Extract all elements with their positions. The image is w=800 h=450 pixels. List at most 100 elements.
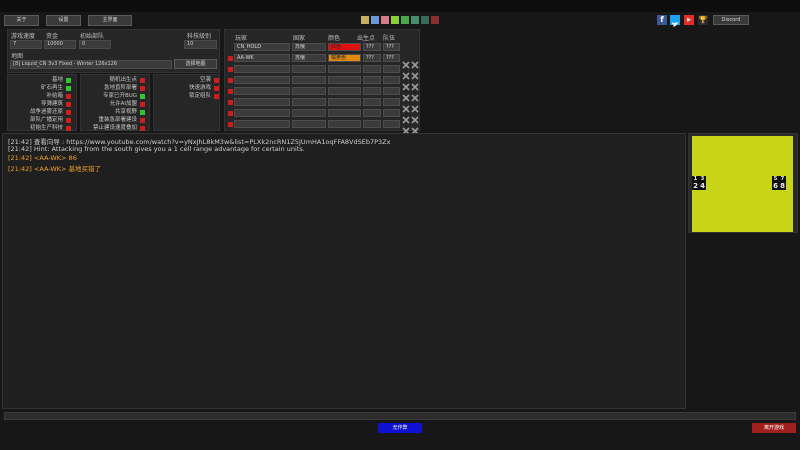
palette-swatch-6[interactable] (411, 16, 419, 24)
chat-input[interactable] (4, 412, 796, 420)
player-cell[interactable] (292, 87, 326, 95)
player-cell[interactable] (363, 87, 381, 95)
ban-icon[interactable] (411, 76, 419, 91)
spawn-8[interactable]: 8 (779, 182, 786, 190)
player-cell[interactable] (234, 109, 290, 117)
palette-swatch-2[interactable] (371, 16, 379, 24)
palette-swatch-5[interactable] (401, 16, 409, 24)
palette-swatch-8[interactable] (431, 16, 439, 24)
kick-icon[interactable] (402, 65, 410, 80)
remove-slot-button[interactable] (228, 67, 233, 72)
youtube-icon[interactable]: ▶ (684, 15, 694, 25)
player-cell[interactable] (383, 87, 400, 95)
player-cell[interactable] (292, 98, 326, 106)
remove-slot-button[interactable] (228, 56, 233, 61)
player-cell[interactable]: ??? (363, 43, 381, 51)
player-cell[interactable] (292, 76, 326, 84)
player-cell[interactable]: 苏俄 (292, 54, 326, 62)
spawn-4[interactable]: 4 (699, 182, 706, 190)
ban-icon[interactable] (411, 65, 419, 80)
change-map-button[interactable]: 选择地图 (174, 59, 217, 69)
palette-swatch-7[interactable] (421, 16, 429, 24)
remove-slot-button[interactable] (228, 111, 233, 116)
player-cell[interactable] (363, 98, 381, 106)
about-button[interactable]: 关于 (4, 15, 39, 26)
map-field[interactable]: [8] Liquid_CN 3v3 Fixed - Winter 126x126 (10, 60, 172, 69)
player-cell[interactable]: ??? (383, 43, 400, 51)
ban-icon[interactable] (411, 120, 419, 135)
player-cell[interactable] (328, 109, 361, 117)
kick-icon[interactable] (402, 87, 410, 102)
game-speed-field[interactable]: 7 (10, 40, 42, 49)
player-cell[interactable] (234, 87, 290, 95)
player-cell[interactable]: 苏俄 (292, 43, 326, 51)
player-cell[interactable]: 橘黄色 (328, 54, 361, 62)
player-cell[interactable] (234, 120, 290, 128)
player-cell[interactable] (383, 76, 400, 84)
funds-field[interactable]: 10000 (44, 40, 76, 49)
main-menu-button[interactable]: 主界面 (88, 15, 132, 26)
facebook-icon[interactable]: f (657, 15, 667, 25)
player-cell[interactable] (383, 65, 400, 73)
player-cell[interactable] (363, 76, 381, 84)
kick-icon[interactable] (402, 120, 410, 135)
player-cell[interactable] (328, 87, 361, 95)
spawn-6[interactable]: 6 (772, 182, 779, 190)
player-cell[interactable] (328, 76, 361, 84)
option-toggle[interactable] (214, 86, 219, 91)
chat-text: <AA-WK> 86 (33, 154, 77, 162)
remove-slot-button[interactable] (228, 78, 233, 83)
leave-game-button[interactable]: 离开游戏 (752, 423, 796, 433)
player-cell[interactable] (292, 120, 326, 128)
twitter-icon[interactable] (670, 15, 680, 27)
option-toggle[interactable] (214, 94, 219, 99)
ban-icon[interactable] (411, 109, 419, 124)
ban-icon[interactable] (411, 87, 419, 102)
player-cell[interactable]: ??? (363, 54, 381, 62)
player-cell[interactable] (328, 98, 361, 106)
player-cell[interactable] (383, 98, 400, 106)
player-cell[interactable] (383, 109, 400, 117)
player-cell[interactable] (234, 65, 290, 73)
option-toggle[interactable] (140, 102, 145, 107)
kick-icon[interactable] (402, 54, 410, 69)
option-toggle[interactable] (140, 126, 145, 131)
player-cell[interactable]: CN_HOLD (234, 43, 290, 51)
player-cell[interactable]: 红色 (328, 43, 361, 51)
player-cell[interactable] (383, 120, 400, 128)
trophy-icon[interactable]: 🏆 (698, 15, 708, 25)
spawn-2[interactable]: 2 (692, 182, 699, 190)
remove-slot-button[interactable] (228, 89, 233, 94)
ready-button[interactable]: 无作弊 (378, 423, 422, 433)
palette-swatch-1[interactable] (361, 16, 369, 24)
kick-icon[interactable] (402, 98, 410, 113)
player-cell[interactable]: ??? (383, 54, 400, 62)
player-cell[interactable]: AA-WK (234, 54, 290, 62)
player-cell[interactable] (363, 109, 381, 117)
kick-icon[interactable] (402, 109, 410, 124)
option-toggle[interactable] (140, 110, 145, 115)
minimap[interactable]: 1 3 2 4 5 7 6 8 (692, 136, 793, 232)
option-toggle[interactable] (214, 78, 219, 83)
remove-slot-button[interactable] (228, 122, 233, 127)
player-cell[interactable] (363, 65, 381, 73)
kick-icon[interactable] (402, 76, 410, 91)
player-cell[interactable] (328, 120, 361, 128)
settings-button[interactable]: 设置 (46, 15, 81, 26)
player-cell[interactable] (328, 65, 361, 73)
player-cell[interactable] (234, 76, 290, 84)
initial-units-field[interactable]: 0 (79, 40, 111, 49)
palette-swatch-4[interactable] (391, 16, 399, 24)
discord-button[interactable]: Discord (713, 15, 749, 25)
tech-level-field[interactable]: 10 (184, 40, 217, 49)
remove-slot-button[interactable] (228, 100, 233, 105)
player-cell[interactable] (363, 120, 381, 128)
ban-icon[interactable] (411, 98, 419, 113)
ban-icon[interactable] (411, 54, 419, 69)
player-cell[interactable] (292, 65, 326, 73)
option-toggle[interactable] (140, 118, 145, 123)
option-label: 部队广播定用 (29, 117, 63, 123)
player-cell[interactable] (292, 109, 326, 117)
palette-swatch-3[interactable] (381, 16, 389, 24)
player-cell[interactable] (234, 98, 290, 106)
